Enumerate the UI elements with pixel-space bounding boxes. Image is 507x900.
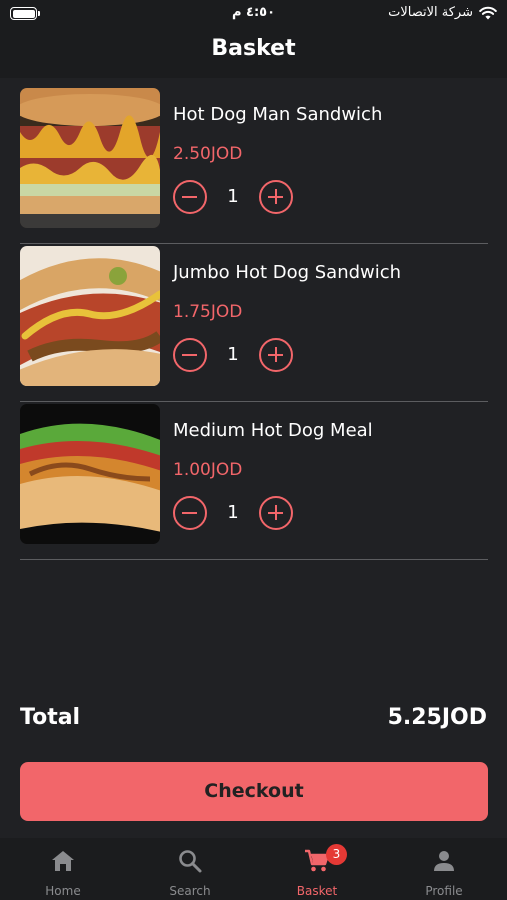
status-bar: ٤:٥٠ م شركة الاتصالات <box>0 0 507 28</box>
basket-item: Medium Hot Dog Meal 1.00JOD 1 <box>20 402 488 560</box>
header: ٤:٥٠ م شركة الاتصالات Basket <box>0 0 507 78</box>
basket-list: Hot Dog Man Sandwich 2.50JOD 1 Jumbo Hot… <box>20 86 488 560</box>
home-icon <box>52 851 74 871</box>
tab-basket-label: Basket <box>296 884 338 898</box>
item-name: Jumbo Hot Dog Sandwich <box>173 262 402 283</box>
tab-search-label: Search <box>169 884 211 898</box>
decrease-quantity-button[interactable] <box>173 496 207 530</box>
total-label: Total <box>20 705 81 730</box>
item-quantity: 1 <box>227 186 239 207</box>
bottom-tab-bar: Home Search 3 Basket Profile <box>0 838 507 900</box>
item-image <box>20 246 160 386</box>
status-carrier: شركة الاتصالات <box>388 5 497 20</box>
item-name: Medium Hot Dog Meal <box>173 420 373 441</box>
item-image <box>20 404 160 544</box>
page-title: Basket <box>211 36 296 61</box>
basket-item: Jumbo Hot Dog Sandwich 1.75JOD 1 <box>20 244 488 402</box>
increase-quantity-button[interactable] <box>259 180 293 214</box>
decrease-quantity-button[interactable] <box>173 338 207 372</box>
total-value: 5.25JOD <box>387 705 487 730</box>
quantity-stepper: 1 <box>173 338 298 372</box>
minus-icon <box>182 195 197 198</box>
search-icon <box>179 850 202 873</box>
basket-item: Hot Dog Man Sandwich 2.50JOD 1 <box>20 86 488 244</box>
minus-icon <box>182 511 197 514</box>
tab-profile-label: Profile <box>425 884 463 898</box>
item-quantity: 1 <box>227 502 239 523</box>
tab-home-label: Home <box>45 884 81 898</box>
item-price: 1.75JOD <box>173 302 243 322</box>
tab-basket[interactable]: 3 Basket <box>254 838 380 900</box>
decrease-quantity-button[interactable] <box>173 180 207 214</box>
quantity-stepper: 1 <box>173 180 298 214</box>
person-icon <box>434 851 454 871</box>
minus-icon <box>182 353 197 356</box>
quantity-stepper: 1 <box>173 496 298 530</box>
increase-quantity-button[interactable] <box>259 496 293 530</box>
divider <box>20 559 488 560</box>
carrier-name: شركة الاتصالات <box>388 5 473 20</box>
wifi-icon <box>479 6 497 19</box>
item-name: Hot Dog Man Sandwich <box>173 104 383 125</box>
tab-search[interactable]: Search <box>127 838 253 900</box>
item-price: 2.50JOD <box>173 144 243 164</box>
increase-quantity-button[interactable] <box>259 338 293 372</box>
tab-profile[interactable]: Profile <box>381 838 507 900</box>
item-image <box>20 88 160 228</box>
cart-count-badge: 3 <box>326 844 347 865</box>
checkout-button[interactable]: Checkout <box>20 762 488 821</box>
item-quantity: 1 <box>227 344 239 365</box>
item-price: 1.00JOD <box>173 460 243 480</box>
tab-home[interactable]: Home <box>0 838 126 900</box>
